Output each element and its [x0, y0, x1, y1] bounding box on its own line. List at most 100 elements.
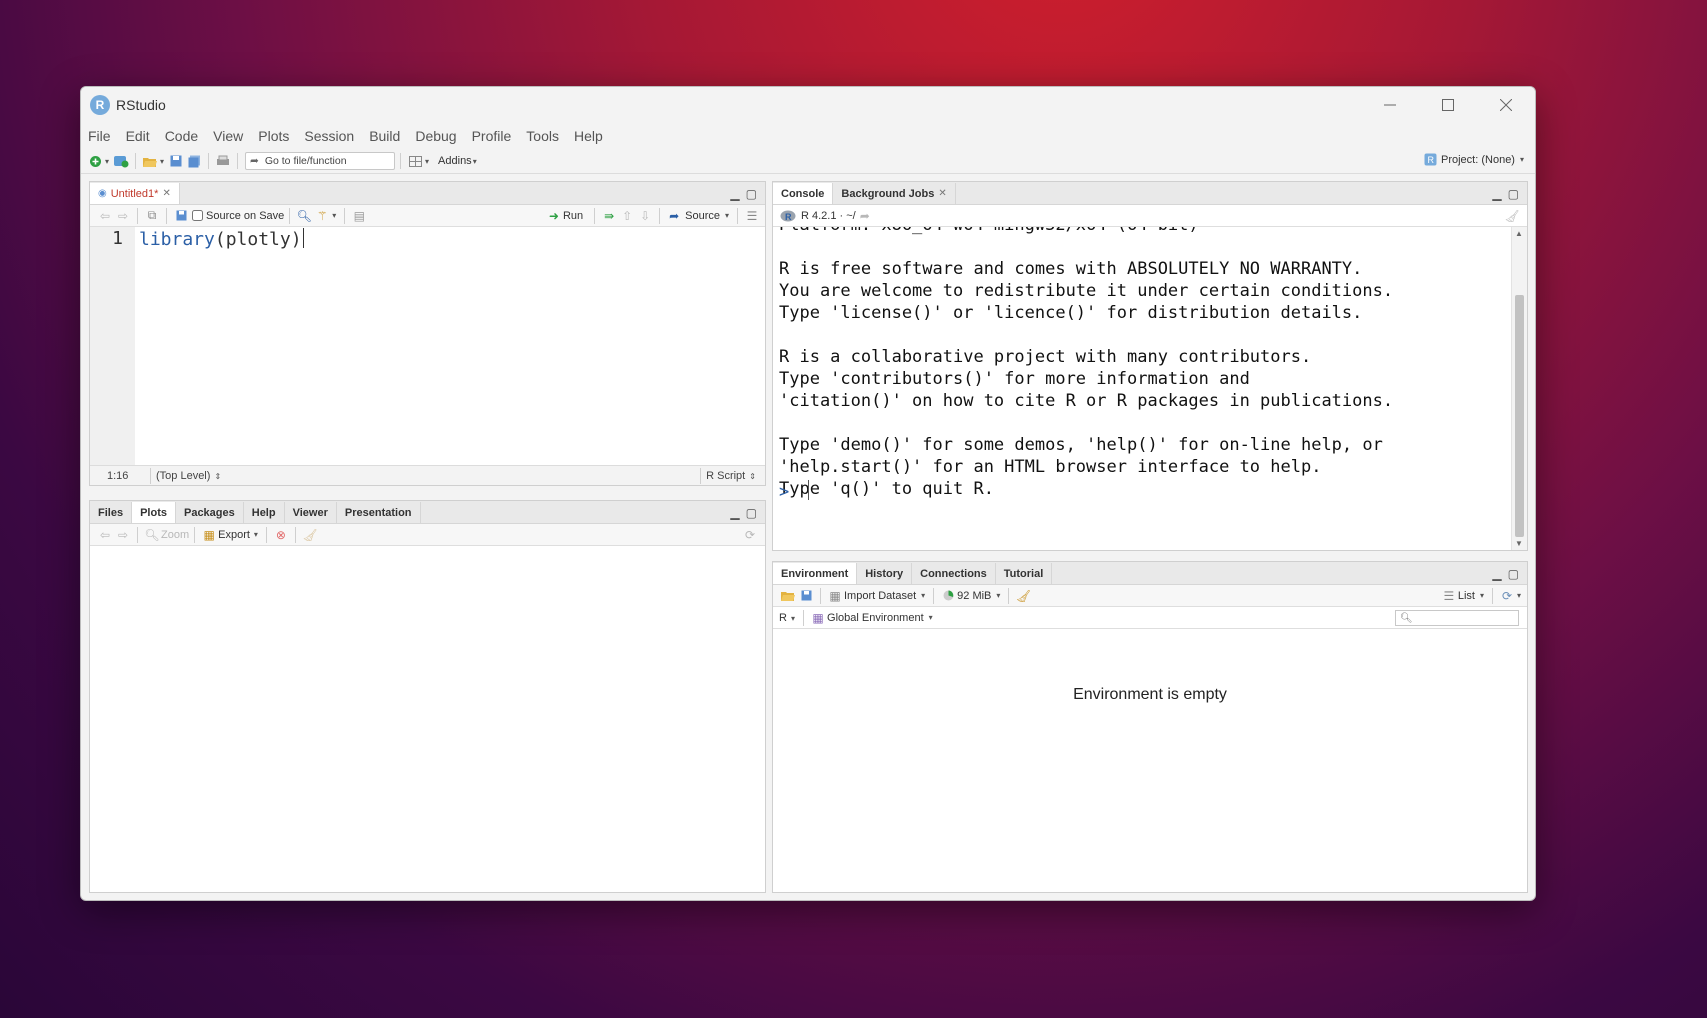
clear-console-broom-icon[interactable]: 🧹︎	[1503, 207, 1521, 225]
go-to-directory-icon[interactable]: ➦	[856, 207, 874, 225]
memory-usage-icon[interactable]	[939, 587, 957, 605]
import-dataset-button[interactable]: Import Dataset	[844, 590, 916, 602]
minimize-pane-icon[interactable]: ▁	[730, 506, 739, 520]
run-button[interactable]: Run	[563, 210, 583, 222]
refresh-icon[interactable]: ⟳	[741, 526, 759, 544]
addins-menu[interactable]: Addins	[438, 155, 472, 167]
tab-tutorial[interactable]: Tutorial	[996, 563, 1053, 584]
save-workspace-icon[interactable]	[797, 587, 815, 605]
environment-dropdown-icon[interactable]: ▾	[929, 613, 933, 622]
scrollbar-thumb[interactable]	[1515, 295, 1524, 537]
next-plot-icon[interactable]: ⇨	[114, 526, 132, 544]
find-replace-icon[interactable]: 🔍︎	[295, 207, 313, 225]
language-selector[interactable]: R ▾	[779, 612, 798, 624]
previous-plot-icon[interactable]: ⇦	[96, 526, 114, 544]
import-dataset-icon[interactable]: ▦	[826, 587, 844, 605]
filetype-selector[interactable]: R Script ⇕	[706, 470, 759, 482]
remove-plot-icon[interactable]: ⊗	[272, 526, 290, 544]
memory-usage-label[interactable]: 92 MiB	[957, 590, 991, 602]
rerun-icon[interactable]: ⇛	[600, 207, 618, 225]
clear-plots-broom-icon[interactable]: 🧹︎	[301, 526, 319, 544]
menu-profile[interactable]: Profile	[472, 128, 512, 144]
menu-file[interactable]: File	[88, 128, 111, 144]
menu-view[interactable]: View	[213, 128, 243, 144]
menu-tools[interactable]: Tools	[526, 128, 559, 144]
new-file-dropdown-icon[interactable]: ▾	[105, 157, 109, 166]
code-editor[interactable]: library(plotly)	[139, 228, 304, 250]
minimize-pane-icon[interactable]: ▁	[730, 187, 739, 201]
new-project-icon[interactable]	[112, 152, 130, 170]
pane-layout-dropdown-icon[interactable]: ▾	[425, 157, 429, 166]
compile-report-icon[interactable]: ▤	[350, 207, 368, 225]
tab-history[interactable]: History	[857, 563, 913, 584]
load-workspace-icon[interactable]	[779, 587, 797, 605]
open-file-dropdown-icon[interactable]: ▾	[160, 157, 164, 166]
menu-debug[interactable]: Debug	[415, 128, 456, 144]
scroll-up-icon[interactable]: ▲	[1515, 229, 1523, 238]
refresh-dropdown-icon[interactable]: ▾	[1517, 591, 1521, 600]
view-mode-dropdown-icon[interactable]: ▾	[1480, 591, 1484, 600]
tab-environment[interactable]: Environment	[773, 563, 858, 584]
global-environment-selector[interactable]: Global Environment	[827, 612, 924, 624]
menu-help[interactable]: Help	[574, 128, 603, 144]
forward-icon[interactable]: ⇨	[114, 207, 132, 225]
tab-presentation[interactable]: Presentation	[337, 502, 421, 523]
open-file-icon[interactable]	[141, 152, 159, 170]
back-icon[interactable]: ⇦	[96, 207, 114, 225]
code-tools-wand-icon[interactable]: ⚚	[313, 207, 331, 225]
tab-viewer[interactable]: Viewer	[285, 502, 337, 523]
minimize-pane-icon[interactable]: ▁	[1492, 567, 1501, 581]
maximize-pane-icon[interactable]: ▢	[746, 506, 757, 520]
maximize-pane-icon[interactable]: ▢	[1508, 187, 1519, 201]
menu-plots[interactable]: Plots	[258, 128, 289, 144]
save-file-icon[interactable]	[172, 207, 190, 225]
tab-help[interactable]: Help	[244, 502, 285, 523]
refresh-environment-icon[interactable]: ⟳	[1498, 587, 1516, 605]
close-tab-icon[interactable]: ✕	[938, 188, 946, 199]
menu-build[interactable]: Build	[369, 128, 400, 144]
view-mode-selector[interactable]: List	[1458, 590, 1475, 602]
import-dataset-dropdown-icon[interactable]: ▾	[921, 591, 925, 600]
source-button[interactable]: Source	[685, 210, 720, 222]
clear-workspace-broom-icon[interactable]: 🧹︎	[1014, 587, 1032, 605]
source-on-save-checkbox[interactable]	[192, 210, 203, 221]
export-dropdown-icon[interactable]: ▾	[254, 530, 258, 539]
outline-icon[interactable]: ☰	[743, 207, 761, 225]
tab-background-jobs[interactable]: Background Jobs ✕	[833, 183, 956, 204]
tab-untitled1[interactable]: ◉ Untitled1* ✕	[90, 183, 180, 204]
export-icon[interactable]: ▦	[200, 526, 218, 544]
go-to-file-input[interactable]: ➦ Go to file/function	[245, 152, 396, 170]
go-down-icon[interactable]: ⇩	[636, 207, 654, 225]
go-up-icon[interactable]: ⇧	[618, 207, 636, 225]
tab-connections[interactable]: Connections	[912, 563, 996, 584]
menu-edit[interactable]: Edit	[126, 128, 150, 144]
maximize-pane-icon[interactable]: ▢	[1508, 567, 1519, 581]
run-icon[interactable]: ➜	[545, 207, 563, 225]
minimize-pane-icon[interactable]: ▁	[1492, 187, 1501, 201]
save-all-icon[interactable]	[185, 152, 203, 170]
source-dropdown-icon[interactable]: ▾	[725, 211, 729, 220]
tab-packages[interactable]: Packages	[176, 502, 244, 523]
list-view-icon[interactable]: ☰	[1440, 587, 1458, 605]
close-tab-icon[interactable]: ✕	[162, 188, 170, 199]
show-in-window-icon[interactable]: ⧉	[143, 207, 161, 225]
tab-console[interactable]: Console	[773, 183, 834, 204]
minimize-button[interactable]	[1361, 87, 1419, 123]
menu-code[interactable]: Code	[165, 128, 198, 144]
zoom-button[interactable]: Zoom	[161, 529, 189, 541]
new-file-icon[interactable]	[86, 152, 104, 170]
memory-dropdown-icon[interactable]: ▾	[996, 591, 1000, 600]
tab-files[interactable]: Files	[90, 502, 133, 523]
scope-selector[interactable]: (Top Level) ⇕	[156, 470, 224, 482]
project-menu[interactable]: R Project: (None) ▾	[1424, 153, 1527, 166]
addins-dropdown-icon[interactable]: ▾	[473, 157, 477, 166]
environment-search-input[interactable]: 🔍︎	[1395, 610, 1519, 626]
code-tools-dropdown-icon[interactable]: ▾	[332, 211, 336, 220]
source-icon[interactable]: ➦	[665, 207, 683, 225]
print-icon[interactable]	[214, 152, 232, 170]
console-scrollbar[interactable]: ▲ ▼	[1511, 227, 1527, 550]
close-button[interactable]	[1477, 87, 1535, 123]
tab-plots[interactable]: Plots	[132, 502, 176, 523]
maximize-button[interactable]	[1419, 87, 1477, 123]
zoom-icon[interactable]: 🔍︎	[143, 526, 161, 544]
